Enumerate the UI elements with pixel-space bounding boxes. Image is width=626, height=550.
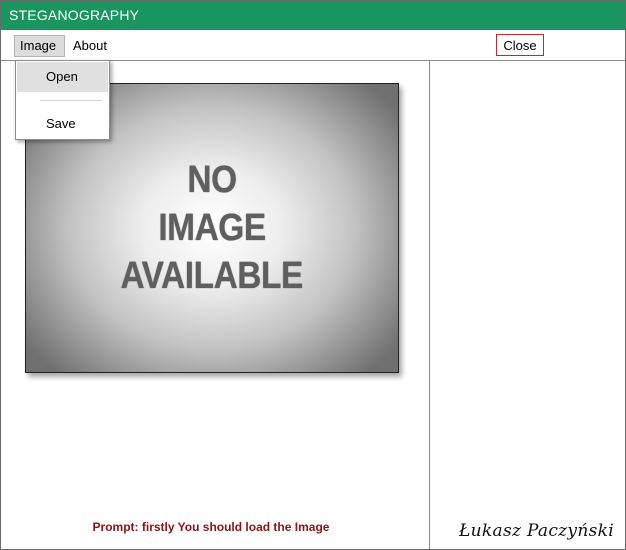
app-window: STEGANOGRAPHY Image About Close NO IMAGE… <box>0 0 626 550</box>
title-bar: STEGANOGRAPHY <box>1 1 625 30</box>
author-signature: Łukasz Paczyński <box>459 521 614 541</box>
placeholder-line-3: AVAILABLE <box>120 255 304 297</box>
menu-item-open[interactable]: Open <box>17 62 108 92</box>
status-prompt: Prompt: firstly You should load the Imag… <box>92 520 330 534</box>
window-title: STEGANOGRAPHY <box>9 7 140 23</box>
placeholder-line-1: NO <box>187 159 237 201</box>
menu-separator <box>40 100 102 101</box>
menu-about[interactable]: About <box>68 35 112 57</box>
menu-item-save[interactable]: Save <box>17 110 108 138</box>
menu-image[interactable]: Image <box>14 35 65 57</box>
menu-bar: Image About Close <box>1 30 625 61</box>
image-menu-dropdown: Open Save <box>15 60 110 140</box>
placeholder-line-2: IMAGE <box>158 207 266 249</box>
panel-divider <box>429 61 430 549</box>
close-button[interactable]: Close <box>496 34 544 56</box>
